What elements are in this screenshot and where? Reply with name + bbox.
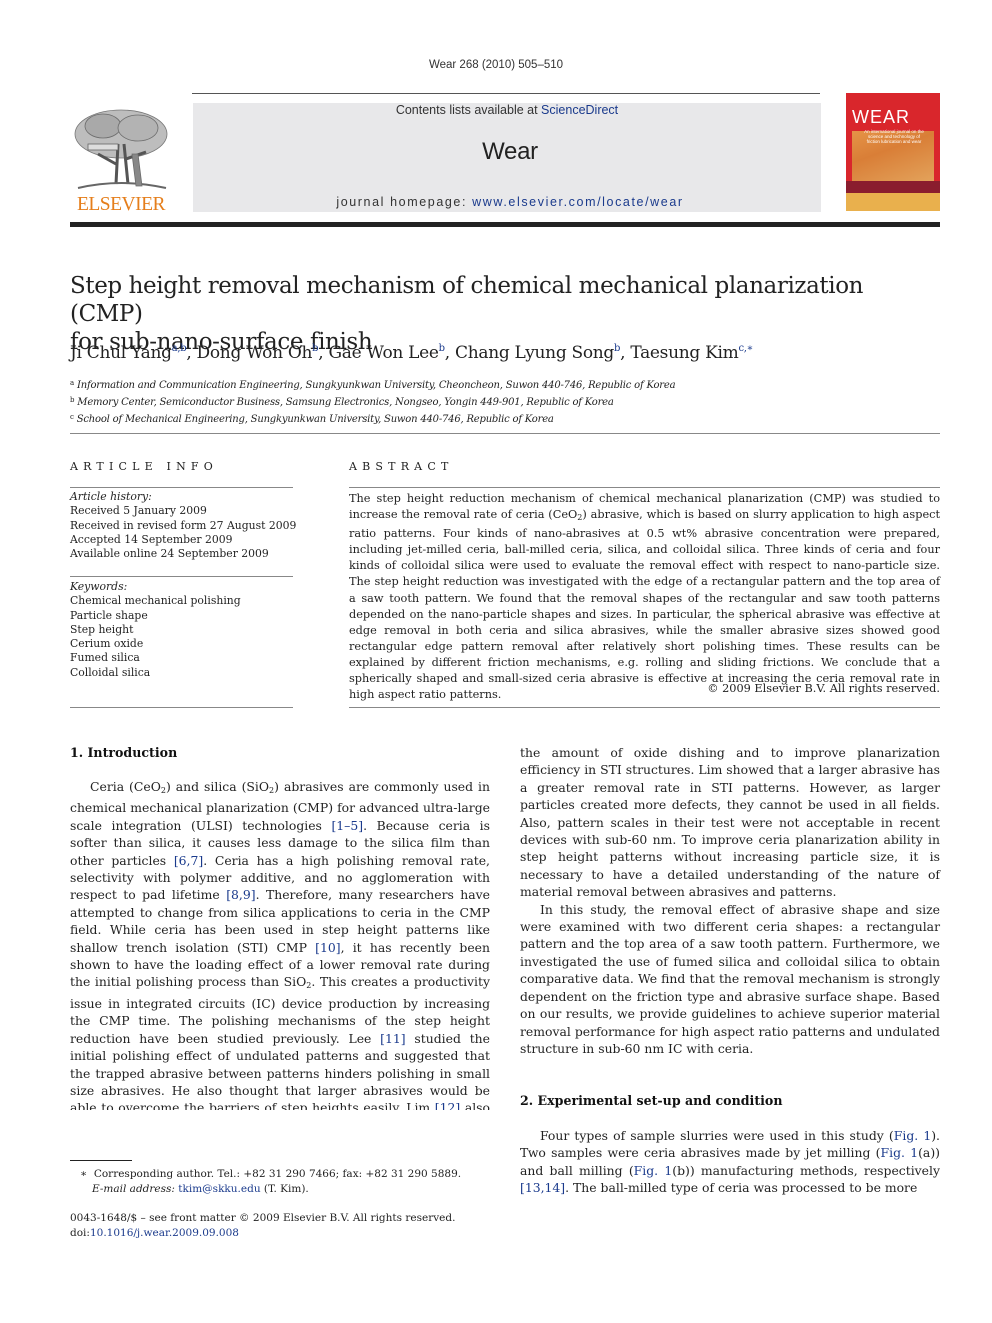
citation-link[interactable]: [13,14] bbox=[520, 1180, 565, 1195]
introduction-heading: 1. Introduction bbox=[70, 745, 178, 760]
abstract-bottom-rule bbox=[349, 707, 940, 708]
journal-reference: Wear 268 (2010) 505–510 bbox=[428, 59, 564, 71]
title-line-1: Step height removal mechanism of chemica… bbox=[70, 273, 864, 327]
header-thick-rule bbox=[70, 222, 940, 227]
cover-band bbox=[846, 181, 940, 193]
article-history: Article history: Received 5 January 2009… bbox=[70, 490, 300, 561]
article-info-bottom-rule bbox=[70, 707, 293, 708]
footnote-rule bbox=[70, 1160, 132, 1161]
author: Gae Won Leeb, bbox=[328, 343, 455, 363]
journal-homepage-line: journal homepage: www.elsevier.com/locat… bbox=[193, 195, 827, 209]
cover-subtitle: An international journal on the science … bbox=[864, 129, 924, 144]
section-2-paragraph-1: Four types of sample slurries were used … bbox=[520, 1128, 940, 1196]
article-info-rule bbox=[70, 487, 293, 488]
journal-cover-thumbnail[interactable]: WEAR An international journal on the sci… bbox=[846, 93, 940, 211]
contents-prefix: Contents lists available at bbox=[395, 103, 542, 117]
author: Ji Chul Yanga,b, bbox=[70, 343, 197, 363]
author-affiliation-mark[interactable]: a,b bbox=[172, 343, 187, 354]
keyword: Chemical mechanical polishing bbox=[70, 594, 241, 608]
affiliation-c: c School of Mechanical Engineering, Sungk… bbox=[70, 413, 554, 425]
abstract-copyright: © 2009 Elsevier B.V. All rights reserved… bbox=[707, 682, 940, 695]
issn-line: 0043-1648/$ – see front matter © 2009 El… bbox=[70, 1212, 456, 1224]
history-received: Received 5 January 2009 bbox=[70, 504, 207, 518]
doi-link[interactable]: 10.1016/j.wear.2009.09.008 bbox=[90, 1227, 239, 1239]
email-label: E-mail address: bbox=[92, 1182, 179, 1195]
citation-link[interactable]: [10] bbox=[315, 940, 340, 955]
keywords: Keywords: Chemical mechanical polishing … bbox=[70, 580, 300, 680]
keywords-rule bbox=[70, 576, 293, 577]
figure-link[interactable]: Fig. 1 bbox=[881, 1145, 919, 1160]
author: Chang Lyung Songb, bbox=[455, 343, 631, 363]
affiliation-b: b Memory Center, Semiconductor Business, … bbox=[70, 396, 614, 408]
abstract-rule bbox=[349, 487, 940, 488]
citation-link[interactable]: [12] bbox=[435, 1100, 460, 1110]
intro-paragraph-1-tail: the amount of oxide dishing and to impro… bbox=[520, 745, 940, 900]
section-2-heading: 2. Experimental set-up and condition bbox=[520, 1093, 783, 1108]
affiliations-rule bbox=[70, 433, 940, 434]
intro-right-text: the amount of oxide dishing and to impro… bbox=[520, 744, 940, 1057]
homepage-link[interactable]: www.elsevier.com/locate/wear bbox=[472, 195, 684, 209]
author-affiliation-mark[interactable]: c,∗ bbox=[738, 343, 753, 354]
keyword: Cerium oxide bbox=[70, 637, 144, 651]
figure-link[interactable]: Fig. 1 bbox=[634, 1163, 673, 1178]
abstract-heading: ABSTRACT bbox=[349, 460, 454, 473]
keyword: Step height bbox=[70, 622, 134, 636]
front-matter: 0043-1648/$ – see front matter © 2009 El… bbox=[70, 1211, 510, 1240]
cover-footer bbox=[846, 193, 940, 211]
affiliations: a Information and Communication Engineeri… bbox=[70, 376, 940, 427]
tree-icon bbox=[74, 109, 168, 189]
keyword: Fumed silica bbox=[70, 651, 140, 665]
keyword: Particle shape bbox=[70, 608, 148, 622]
intro-paragraph-2: In this study, the removal effect of abr… bbox=[520, 901, 940, 1056]
affiliation-a: a Information and Communication Engineeri… bbox=[70, 379, 676, 391]
citation-link[interactable]: [1–5] bbox=[331, 818, 363, 833]
contents-available-line: Contents lists available at ScienceDirec… bbox=[193, 103, 821, 117]
cover-title: WEAR bbox=[852, 107, 910, 127]
corresponding-author-footnote: ∗ Corresponding author. Tel.: +82 31 290… bbox=[80, 1168, 462, 1195]
journal-name: Wear bbox=[482, 138, 538, 165]
email-link[interactable]: tkim@skku.edu bbox=[178, 1183, 260, 1195]
citation-link[interactable]: [8,9] bbox=[226, 887, 255, 902]
author: Taesung Kimc,∗ bbox=[630, 343, 754, 363]
abstract-body: The step height reduction mechanism of c… bbox=[349, 492, 940, 702]
article-info-heading: ARTICLE INFO bbox=[70, 460, 218, 473]
elsevier-wordmark: ELSEVIER bbox=[76, 194, 166, 215]
footnote-star: ∗ bbox=[80, 1168, 88, 1180]
history-revised: Received in revised form 27 August 2009 bbox=[70, 518, 297, 532]
author: Dong Won Ohb, bbox=[196, 343, 329, 363]
history-label: Article history: bbox=[70, 490, 152, 503]
keyword: Colloidal silica bbox=[70, 665, 151, 679]
history-accepted: Accepted 14 September 2009 bbox=[70, 532, 233, 546]
citation-link[interactable]: [6,7] bbox=[174, 853, 203, 868]
homepage-prefix: journal homepage: bbox=[336, 195, 473, 209]
header-top-rule bbox=[192, 93, 820, 94]
figure-link[interactable]: Fig. 1 bbox=[894, 1128, 931, 1143]
author-list: Ji Chul Yanga,b, Dong Won Ohb, Gae Won L… bbox=[70, 343, 940, 363]
citation-link[interactable]: [11] bbox=[380, 1031, 405, 1046]
section-2-body: Four types of sample slurries were used … bbox=[520, 1127, 940, 1197]
intro-paragraph-1: Ceria (CeO2) and silica (SiO2) abrasives… bbox=[70, 778, 490, 1110]
introduction-column-left: Ceria (CeO2) and silica (SiO2) abrasives… bbox=[70, 778, 490, 1110]
history-online: Available online 24 September 2009 bbox=[70, 547, 269, 561]
sciencedirect-link[interactable]: ScienceDirect bbox=[541, 103, 618, 117]
keywords-label: Keywords: bbox=[70, 580, 128, 593]
